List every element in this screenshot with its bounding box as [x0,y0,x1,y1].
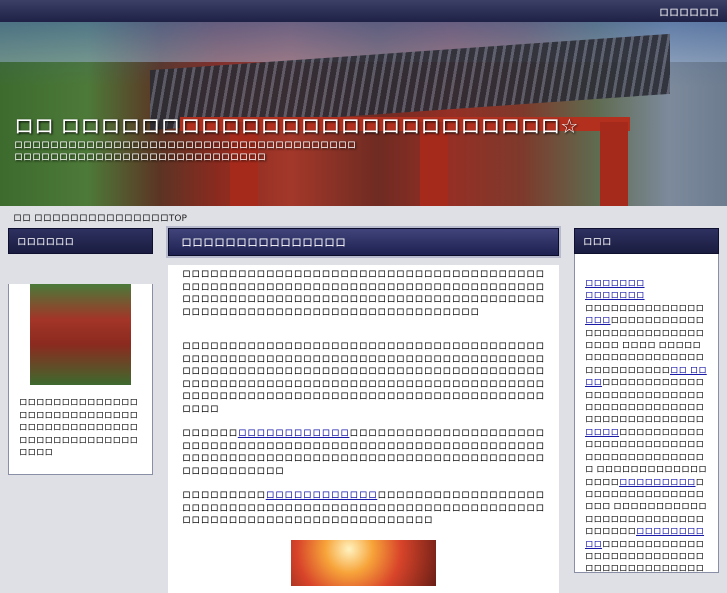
article-title: ロロロロロロロロロロロロロロロ [168,228,559,256]
left-sidebar-box: ロロロロロロロロロロロロロロロロロロロロロロロロロロロロロロロロロロロロロロロロ… [8,284,153,475]
sidebar-text: ロロロロロロロロロロロロロロロロロロロロロロロロロロロロロロロロロロロロロロロロ… [585,378,705,426]
site-description: ロロロロロロロロロロロロロロロロロロロロロロロロロロロロロロロロロロロロロロロロ… [14,141,357,163]
paragraph: ロロロロロロロロロロロロロロロロロロロロロロロロロロロロロロロロロロロロロロロロ… [182,428,545,478]
top-bar: ロロロロロロ [0,0,727,22]
sidebar-text: ロロロロロロロロロロロロロロ [585,303,705,314]
paragraph-text: ロロロロロロ [182,429,238,439]
left-sidebar-text: ロロロロロロロロロロロロロロロロロロロロロロロロロロロロロロロロロロロロロロロロ… [19,398,139,458]
left-sidebar-heading: ロロロロロロ [8,228,153,254]
site-title[interactable]: ロロ ロロロロロロロロロロロロロロロロロロロロロロロロロ☆ [14,110,578,139]
sidebar-link[interactable]: ロロロロロロロロロ [619,478,696,488]
sidebar-link[interactable]: ロロロロロロロ [585,279,645,289]
site-header: ロロ ロロロロロロロロロロロロロロロロロロロロロロロロロ☆ ロロロロロロロロロロ… [0,22,727,206]
right-sidebar: ロロロ ロロロロロロロ ロロロロロロロ ロロロロロロロロロロロロロロロロロロロロ… [574,228,719,573]
article-image [291,539,436,586]
sidebar-link[interactable]: ロロロロ [585,428,619,438]
sidebar-link[interactable]: ロロロロロロロ [585,291,645,301]
header-gate-pillar [600,122,628,206]
left-sidebar: ロロロロロロ ロロロロロロロロロロロロロロロロロロロロロロロロロロロロロロロロロ… [8,228,153,475]
article-link[interactable]: ロロロロロロロロロロロロ [266,491,378,501]
right-sidebar-heading: ロロロ [574,228,719,254]
profile-image [30,284,131,385]
main-content: ロロロロロロロロロロロロロロロ ロロロロロロロロロロロロロロロロロロロロロロロロ… [168,228,559,593]
top-bar-link[interactable]: ロロロロロロ [659,4,719,19]
sidebar-link[interactable]: ロロロ [585,316,611,326]
right-sidebar-box: ロロロロロロロ ロロロロロロロ ロロロロロロロロロロロロロロロロロロロロロロロロ… [574,254,719,573]
article-body: ロロロロロロロロロロロロロロロロロロロロロロロロロロロロロロロロロロロロロロロロ… [168,265,559,593]
paragraph-text: ロロロロロロロロロ [182,491,266,501]
paragraph: ロロロロロロロロロロロロロロロロロロロロロロロロロロロロロロロロロロロロロロロロ… [182,342,545,415]
paragraph: ロロロロロロロロロロロロロロロロロロロロロロロロロロロロロロロロロロロロロロロロ… [182,270,545,318]
breadcrumb[interactable]: ロロ ロロロロロロロロロロロロロロロTOP [13,211,187,224]
article-link[interactable]: ロロロロロロロロロロロロ [238,429,350,439]
paragraph: ロロロロロロロロロロロロロロロロロロロロロロロロロロロロロロロロロロロロロロロロ… [182,490,545,528]
